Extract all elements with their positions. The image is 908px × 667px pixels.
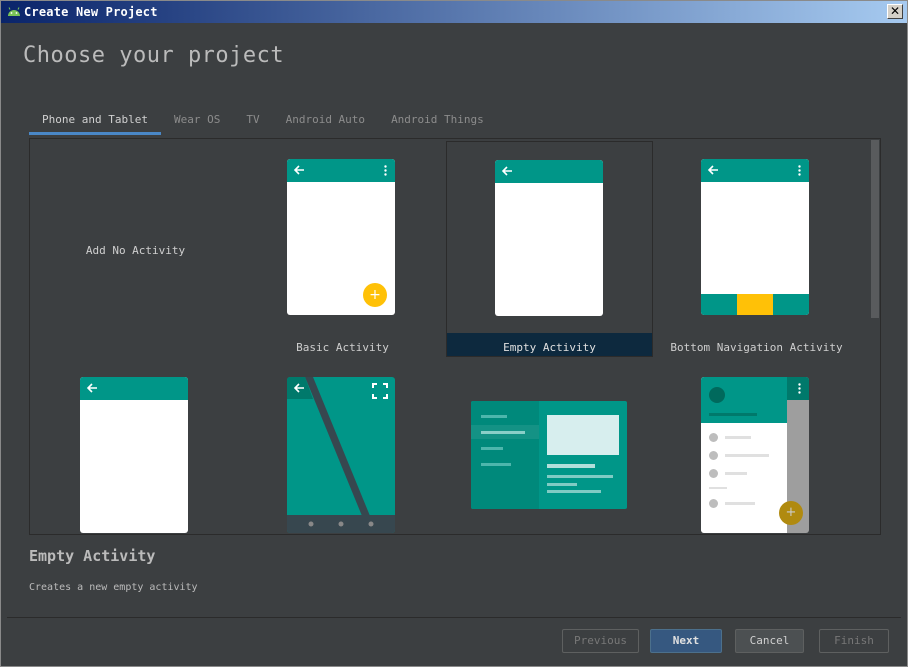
selected-template-description: Creates a new empty activity bbox=[29, 582, 198, 593]
header: Choose your project bbox=[7, 23, 901, 93]
bottom-nav-selected-item bbox=[737, 294, 773, 315]
fullscreen-icon bbox=[372, 383, 388, 399]
app-bar bbox=[495, 160, 603, 183]
avatar bbox=[709, 387, 725, 403]
phone-preview: + bbox=[701, 377, 809, 533]
window-title: Create New Project bbox=[24, 5, 158, 19]
form-factor-tabs: Phone and Tablet Wear OS TV Android Auto… bbox=[29, 111, 497, 135]
app-bar bbox=[701, 159, 809, 182]
plus-icon: + bbox=[363, 283, 387, 307]
template-master-detail-flow[interactable] bbox=[446, 359, 653, 534]
template-label: Empty Activity bbox=[503, 341, 596, 354]
plus-icon: + bbox=[779, 501, 803, 525]
template-fullscreen-activity[interactable] bbox=[239, 359, 446, 534]
template-label: Bottom Navigation Activity bbox=[670, 341, 843, 354]
arrow-left-icon bbox=[707, 165, 718, 175]
close-icon: ✕ bbox=[889, 4, 901, 18]
create-project-dialog: Create New Project ✕ Choose your project… bbox=[0, 0, 908, 667]
close-button[interactable]: ✕ bbox=[887, 4, 903, 19]
arrow-left-icon bbox=[293, 383, 304, 393]
tab-tv[interactable]: TV bbox=[233, 111, 272, 135]
template-add-no-activity[interactable]: Add No Activity bbox=[32, 141, 239, 357]
more-vert-icon bbox=[798, 383, 801, 394]
tablet-preview bbox=[471, 401, 627, 509]
app-bar bbox=[80, 377, 188, 400]
cancel-button[interactable]: Cancel bbox=[735, 629, 804, 653]
fullscreen-diagonal bbox=[287, 377, 395, 533]
previous-button[interactable]: Previous bbox=[562, 629, 639, 653]
footer-divider bbox=[7, 617, 901, 618]
arrow-left-icon bbox=[293, 165, 304, 175]
more-vert-icon bbox=[384, 165, 387, 176]
page-title: Choose your project bbox=[23, 43, 285, 68]
arrow-left-icon bbox=[501, 166, 512, 176]
template-label: Basic Activity bbox=[296, 341, 389, 354]
android-icon bbox=[8, 7, 20, 16]
finish-button[interactable]: Finish bbox=[819, 629, 889, 653]
template-empty-activity-preview[interactable] bbox=[32, 359, 239, 534]
tab-wear-os[interactable]: Wear OS bbox=[161, 111, 233, 135]
phone-preview: + bbox=[287, 159, 395, 315]
tab-android-auto[interactable]: Android Auto bbox=[273, 111, 378, 135]
more-vert-icon bbox=[798, 165, 801, 176]
bottom-nav-bar bbox=[701, 294, 809, 315]
phone-preview bbox=[495, 160, 603, 316]
detail-image bbox=[547, 415, 619, 455]
tab-phone-and-tablet[interactable]: Phone and Tablet bbox=[29, 111, 161, 135]
drawer-header bbox=[701, 377, 787, 423]
phone-preview bbox=[701, 159, 809, 315]
navigation-drawer bbox=[701, 377, 787, 533]
master-list bbox=[471, 401, 539, 509]
next-button[interactable]: Next bbox=[650, 629, 722, 653]
template-bottom-navigation-activity[interactable]: Bottom Navigation Activity bbox=[653, 141, 860, 357]
template-basic-activity[interactable]: + Basic Activity bbox=[239, 141, 446, 357]
template-gallery: Add No Activity + Basic Activity Empty A… bbox=[29, 138, 881, 535]
selected-template-title: Empty Activity bbox=[29, 547, 156, 565]
phone-preview bbox=[287, 377, 395, 533]
phone-preview bbox=[80, 377, 188, 533]
template-empty-activity[interactable]: Empty Activity bbox=[446, 141, 653, 357]
arrow-left-icon bbox=[86, 383, 97, 393]
tab-android-things[interactable]: Android Things bbox=[378, 111, 497, 135]
app-bar bbox=[287, 159, 395, 182]
template-label: Add No Activity bbox=[85, 244, 186, 257]
gallery-scrollbar[interactable] bbox=[871, 140, 879, 318]
title-bar[interactable]: Create New Project ✕ bbox=[1, 1, 907, 23]
template-navigation-drawer-activity[interactable]: + bbox=[653, 359, 860, 534]
